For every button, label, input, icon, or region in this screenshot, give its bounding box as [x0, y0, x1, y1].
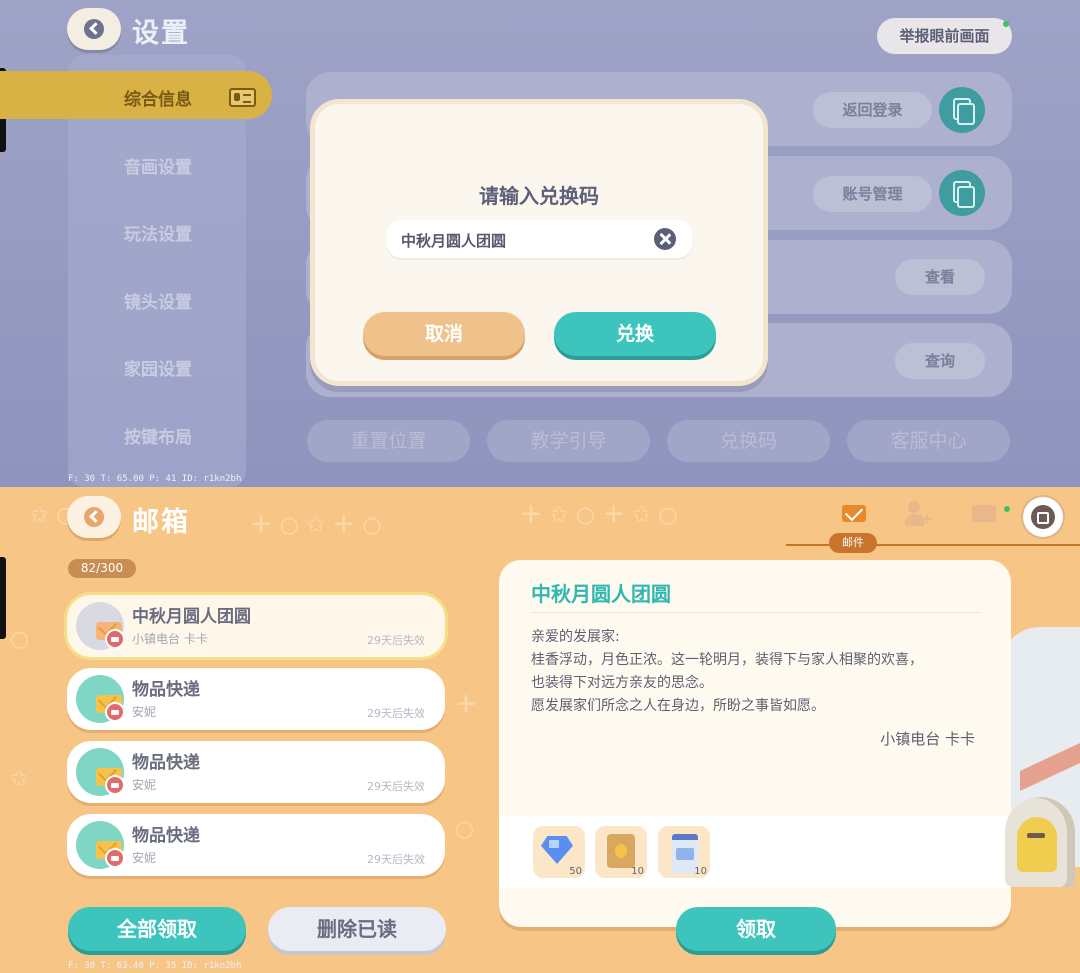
reset-position-button[interactable]: 重置位置	[307, 420, 470, 462]
mail-sender: 安妮	[132, 705, 157, 719]
mail-list-item[interactable]: 物品快递 安妮 29天后失效	[67, 814, 445, 876]
mailbox-door	[1017, 817, 1057, 872]
claim-all-button[interactable]: 全部领取	[68, 907, 246, 951]
mail-list-item[interactable]: 物品快递 安妮 29天后失效	[67, 668, 445, 730]
dialog-title: 请输入兑换码	[479, 184, 599, 208]
mail-count-badge: 82/300	[68, 559, 136, 578]
mailbox-slot	[1027, 833, 1045, 838]
mail-list-item[interactable]: 物品快递 安妮 29天后失效	[67, 741, 445, 803]
mail-tab-icon[interactable]	[842, 505, 866, 522]
debug-overlay: F: 30 T: 65.00 P: 41 ID: r1kn2bh	[68, 474, 242, 484]
mail-detail-title: 中秋月圆人团圆	[531, 582, 671, 606]
settings-screen: 设置 举报眼前画面 综合信息 音画设置 玩法设置 镜头设置 家园设置 按键布局 …	[0, 0, 1080, 487]
attachment-badge-icon	[105, 629, 125, 649]
back-button[interactable]	[67, 496, 121, 538]
mail-title: 物品快递	[132, 680, 200, 700]
redeem-code-button[interactable]: 兑换码	[667, 420, 830, 462]
attachment-badge-icon	[105, 848, 125, 868]
mail-sender: 安妮	[132, 851, 157, 865]
background-pattern: ✩	[10, 767, 29, 792]
mail-expiry: 29天后失效	[367, 707, 425, 720]
attachment-qty: 10	[694, 866, 707, 877]
attachment-item[interactable]: 10	[595, 826, 647, 878]
clear-input-icon[interactable]	[654, 228, 676, 250]
tab-mail[interactable]: 邮件	[829, 533, 877, 553]
mail-body-line: 愿发展家们所念之人在身边，所盼之事皆如愿。	[531, 698, 825, 714]
mail-expiry: 29天后失效	[367, 780, 425, 793]
attachment-badge-icon	[105, 702, 125, 722]
mail-list-item[interactable]: 中秋月圆人团圆 小镇电台 卡卡 29天后失效	[67, 595, 445, 657]
attachment-item[interactable]: 10	[658, 826, 710, 878]
mail-body-line: 也装得下对远方亲友的思念。	[531, 675, 713, 691]
tutorial-button[interactable]: 教学引导	[487, 420, 650, 462]
sidebar-item-audio-video[interactable]: 音画设置	[68, 153, 248, 178]
plus-icon: +	[921, 510, 934, 528]
sidebar-item-gameplay[interactable]: 玩法设置	[68, 220, 248, 245]
divider	[531, 612, 981, 613]
background-pattern: ○	[455, 817, 475, 842]
redeem-code-input[interactable]: 中秋月圆人团圆	[387, 220, 692, 258]
claim-button[interactable]: 领取	[676, 907, 836, 951]
mail-expiry: 29天后失效	[367, 634, 425, 647]
page-title: 邮箱	[132, 507, 190, 538]
background-pattern: ＋ ✩ ○ ＋ ✩ ○	[520, 503, 678, 528]
view-button[interactable]: 查看	[895, 259, 985, 295]
mail-title: 物品快递	[132, 753, 200, 773]
seed-bag-icon	[607, 834, 635, 868]
id-card-icon	[229, 88, 256, 107]
background-pattern: ＋ ○ ✩ ＋ ○	[250, 513, 382, 538]
mail-detail-panel: 中秋月圆人团圆 亲爱的发展家: 桂香浮动，月色正浓。这一轮明月，装得下与家人相聚…	[499, 560, 1011, 927]
redeem-code-value: 中秋月圆人团圆	[401, 232, 507, 250]
mail-body-line: 桂香浮动，月色正浓。这一轮明月，装得下与家人相聚的欢喜，	[531, 652, 923, 668]
query-button[interactable]: 查询	[895, 343, 985, 379]
copy-icon[interactable]	[939, 87, 985, 133]
debug-overlay: F: 30 T: 63.40 P: 35 ID: r1kn2bh	[68, 961, 242, 971]
page-title: 设置	[132, 18, 190, 49]
mail-title: 物品快递	[132, 826, 200, 846]
mail-body-line: 亲爱的发展家:	[531, 629, 620, 645]
copy-icon[interactable]	[939, 170, 985, 216]
mail-expiry: 29天后失效	[367, 853, 425, 866]
back-button[interactable]	[67, 8, 121, 50]
notification-dot	[1004, 506, 1010, 512]
redeem-button[interactable]: 兑换	[554, 312, 716, 356]
attachment-badge-icon	[105, 775, 125, 795]
sidebar-item-keybinds[interactable]: 按键布局	[68, 423, 248, 448]
customer-service-button[interactable]: 客服中心	[847, 420, 1010, 462]
exit-icon[interactable]	[1023, 497, 1063, 537]
mail-sender: 小镇电台 卡卡	[132, 632, 208, 646]
chevron-left-icon	[84, 507, 104, 527]
starred-mail-icon[interactable]	[972, 505, 996, 522]
mailbox-decoration	[1005, 797, 1075, 917]
status-dot	[1003, 21, 1009, 27]
background-pattern: ＋	[455, 693, 478, 718]
background-pattern: ○	[10, 627, 30, 652]
mail-sender: 安妮	[132, 778, 157, 792]
cancel-button[interactable]: 取消	[363, 312, 525, 356]
gem-icon	[541, 836, 573, 864]
return-login-button[interactable]: 返回登录	[813, 92, 932, 128]
chevron-left-icon	[84, 19, 104, 39]
attachment-qty: 10	[631, 866, 644, 877]
attachment-qty: 50	[569, 866, 582, 877]
account-manage-button[interactable]: 账号管理	[813, 176, 932, 212]
attachment-item[interactable]: 50	[533, 826, 585, 878]
delete-read-button[interactable]: 删除已读	[268, 907, 446, 951]
report-screen-button[interactable]: 举报眼前画面	[877, 18, 1012, 54]
sidebar-item-general[interactable]: 综合信息	[68, 85, 248, 110]
mail-title: 中秋月圆人团圆	[132, 607, 251, 627]
mail-signature: 小镇电台 卡卡	[880, 730, 975, 748]
edge-bar	[0, 557, 6, 639]
sidebar-item-home[interactable]: 家园设置	[68, 355, 248, 380]
redeem-code-dialog: 请输入兑换码 中秋月圆人团圆 取消 兑换	[315, 104, 763, 381]
sidebar-item-camera[interactable]: 镜头设置	[68, 288, 248, 313]
mailbox-screen: ✩ ○ ＋ ＋ ○ ✩ ＋ ○ ＋ ✩ ○ ＋ ✩ ○ ○ ✩ ＋ ○ 邮箱 8…	[0, 487, 1080, 973]
